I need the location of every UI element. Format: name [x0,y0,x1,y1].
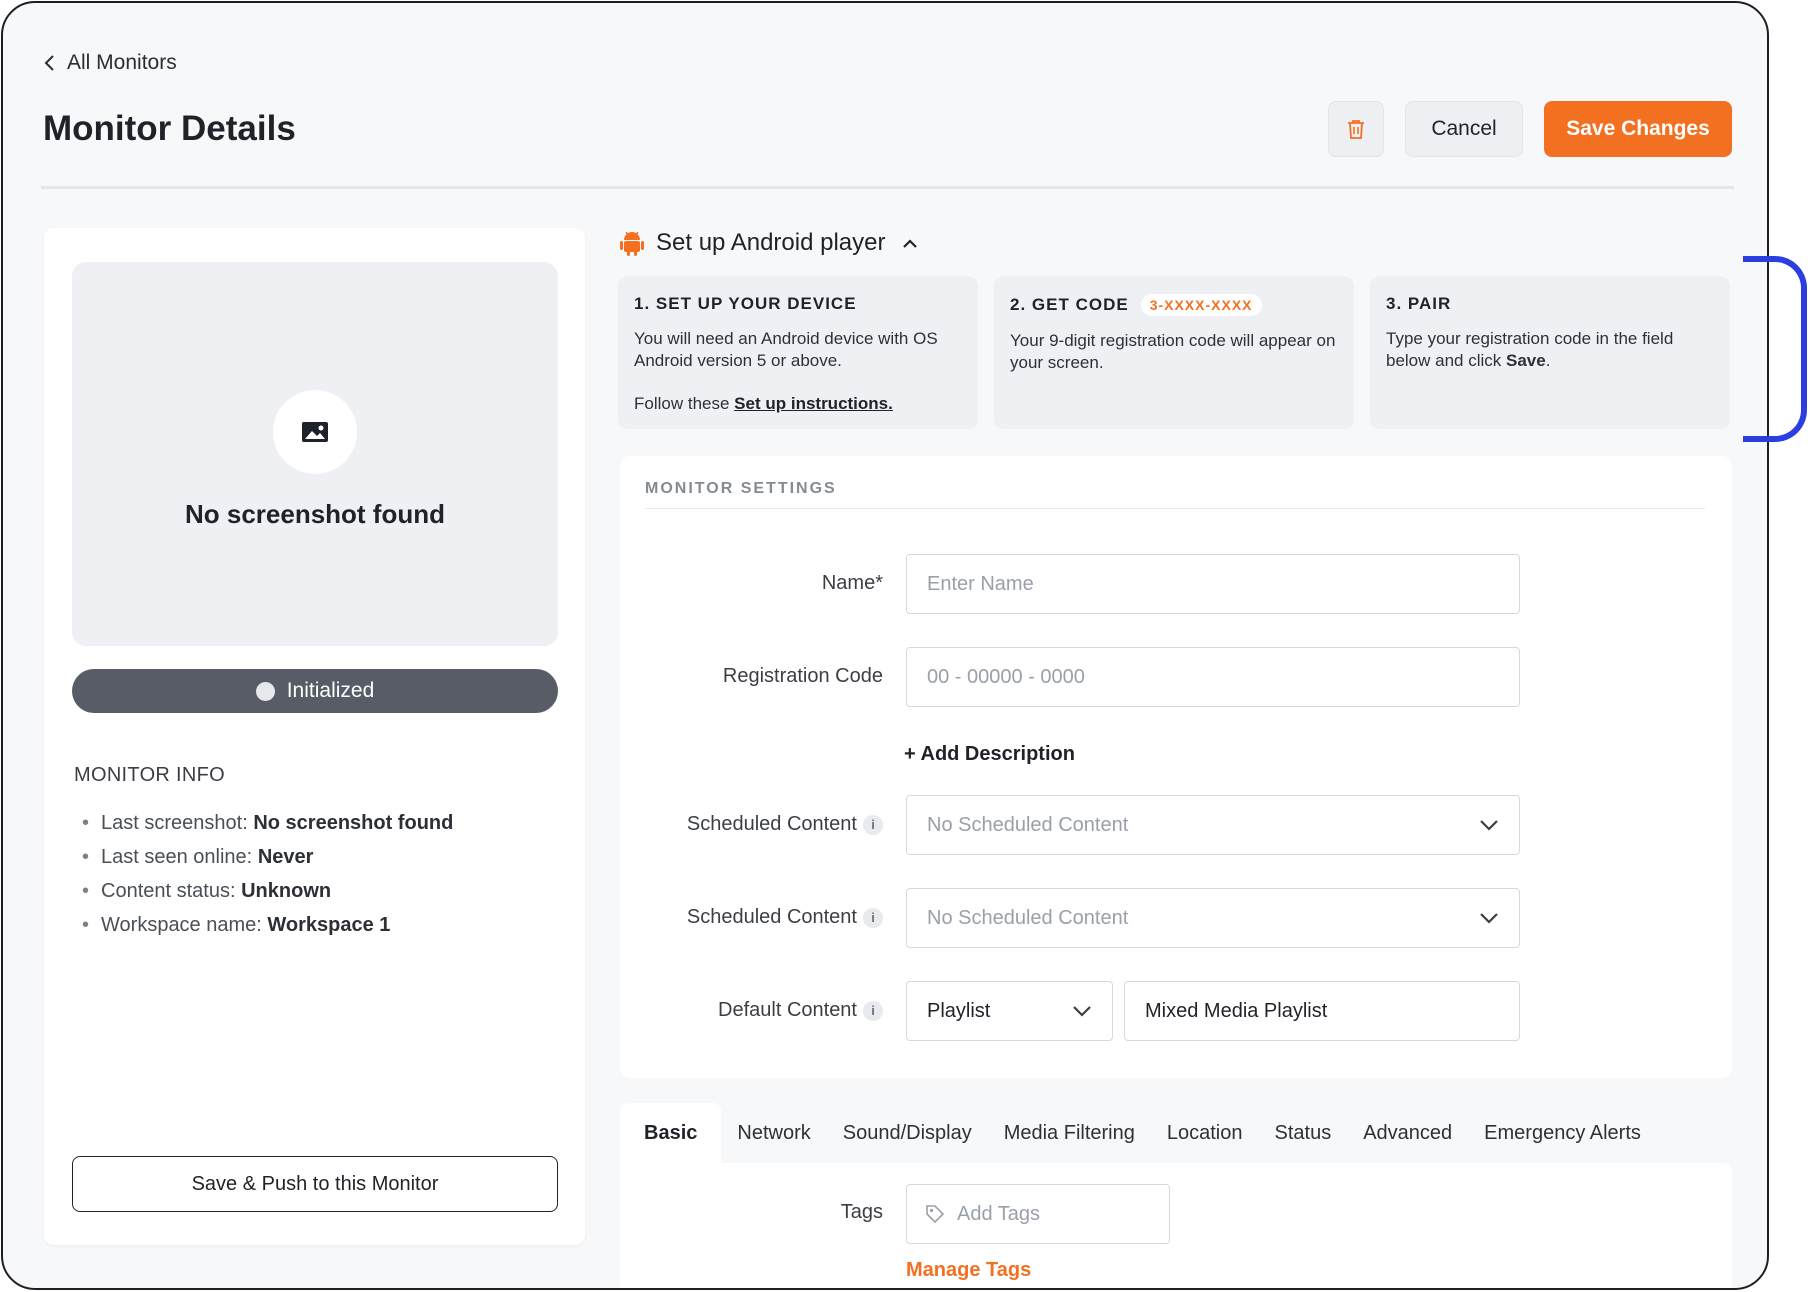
scheduled-content-select[interactable]: No Scheduled Content [906,795,1520,855]
image-icon [302,422,328,442]
monitor-info-list: • Last screenshot: No screenshot found • L… [82,806,453,942]
settings-heading: MONITOR SETTINGS [645,480,837,497]
step-follow: Follow these Set up instructions. [634,394,893,413]
cancel-button[interactable]: Cancel [1405,101,1523,157]
monitor-info-heading: MONITOR INFO [74,764,226,786]
monitor-preview-panel: No screenshot found Initialized MONITOR … [44,228,585,1245]
tab-network[interactable]: Network [721,1103,826,1163]
tab-location[interactable]: Location [1151,1103,1259,1163]
list-item: • Workspace name: Workspace 1 [82,914,391,936]
chevron-left-icon [44,55,54,71]
tab-media-filtering[interactable]: Media Filtering [988,1103,1151,1163]
step-title: 1. SET UP YOUR DEVICE [634,294,857,313]
screenshot-placeholder: No screenshot found [72,262,558,646]
back-link-all-monitors[interactable]: All Monitors [43,51,177,75]
image-icon-circle [273,390,357,474]
save-changes-button[interactable]: Save Changes [1544,101,1732,157]
setup-android-toggle[interactable]: Set up Android player [620,229,918,257]
tags-label: Tags [840,1201,883,1223]
registration-code-label: Registration Code [722,665,883,687]
settings-tabs: Basic Network Sound/Display Media Filter… [620,1103,1657,1163]
step-title: 3. PAIR [1386,294,1452,313]
list-item: • Last screenshot: No screenshot found [82,812,454,834]
status-label: Initialized [286,679,375,702]
default-content-label: Default Content i [620,999,883,1022]
setup-title: Set up Android player [656,229,886,256]
no-screenshot-text: No screenshot found [184,499,445,529]
name-input[interactable] [906,554,1520,614]
monitor-settings-panel: MONITOR SETTINGS Name* Registration Code… [620,456,1732,1078]
setup-instructions-link[interactable]: Set up instructions. [734,394,893,413]
chevron-down-icon [1480,820,1498,831]
android-icon [620,231,644,256]
tab-emergency-alerts[interactable]: Emergency Alerts [1468,1103,1657,1163]
status-badge: Initialized [72,669,558,713]
default-content-type-select[interactable]: Playlist [906,981,1113,1041]
list-item: • Last seen online: Never [82,846,314,868]
status-dot-icon [255,681,275,701]
step-title: 2. GET CODE 3-XXXX-XXXX [1010,294,1338,316]
page-title: Monitor Details [43,109,296,148]
back-link-label: All Monitors [67,51,177,74]
scheduled-content-select-2[interactable]: No Scheduled Content [906,888,1520,948]
chevron-down-icon [1073,1006,1091,1017]
save-push-button[interactable]: Save & Push to this Monitor [72,1156,558,1212]
default-content-value-field[interactable]: Mixed Media Playlist [1124,981,1520,1041]
add-description-button[interactable]: + Add Description [904,743,1075,766]
step-card-get-code: 2. GET CODE 3-XXXX-XXXX Your 9-digit reg… [994,276,1354,429]
info-icon[interactable]: i [863,907,883,928]
scheduled-content-label: Scheduled Content i [620,813,883,836]
delete-button[interactable] [1328,101,1384,157]
tab-sound-display[interactable]: Sound/Display [827,1103,988,1163]
name-label: Name* [821,572,883,594]
app-window: All Monitors Monitor Details Cancel Save… [1,1,1769,1290]
info-icon[interactable]: i [863,1000,883,1021]
list-item: • Content status: Unknown [82,880,332,902]
chevron-down-icon [1480,913,1498,924]
step-text: You will need an Android device with OS … [634,329,938,370]
annotation-bracket [1743,256,1807,442]
step-text: Your 9-digit registration code will appe… [1010,331,1336,372]
info-icon[interactable]: i [863,814,883,835]
scheduled-content-label: Scheduled Content i [620,906,883,929]
tags-input[interactable]: Add Tags [906,1184,1170,1244]
tab-advanced[interactable]: Advanced [1347,1103,1468,1163]
code-badge: 3-XXXX-XXXX [1140,294,1262,316]
registration-code-input[interactable] [906,647,1520,707]
manage-tags-link[interactable]: Manage Tags [906,1259,1031,1282]
step-card-setup-device: 1. SET UP YOUR DEVICE You will need an A… [618,276,978,429]
basic-tab-panel: Tags Add Tags Manage Tags [620,1163,1732,1288]
tab-basic[interactable]: Basic [620,1103,722,1163]
trash-icon [1348,120,1364,139]
tag-icon [926,1205,945,1224]
step-card-pair: 3. PAIR Type your registration code in t… [1370,276,1730,429]
chevron-up-icon [902,239,917,248]
tab-status[interactable]: Status [1259,1103,1348,1163]
step-text: Type your registration code in the field… [1386,329,1674,370]
settings-divider [645,508,1705,509]
header-divider [41,186,1734,189]
